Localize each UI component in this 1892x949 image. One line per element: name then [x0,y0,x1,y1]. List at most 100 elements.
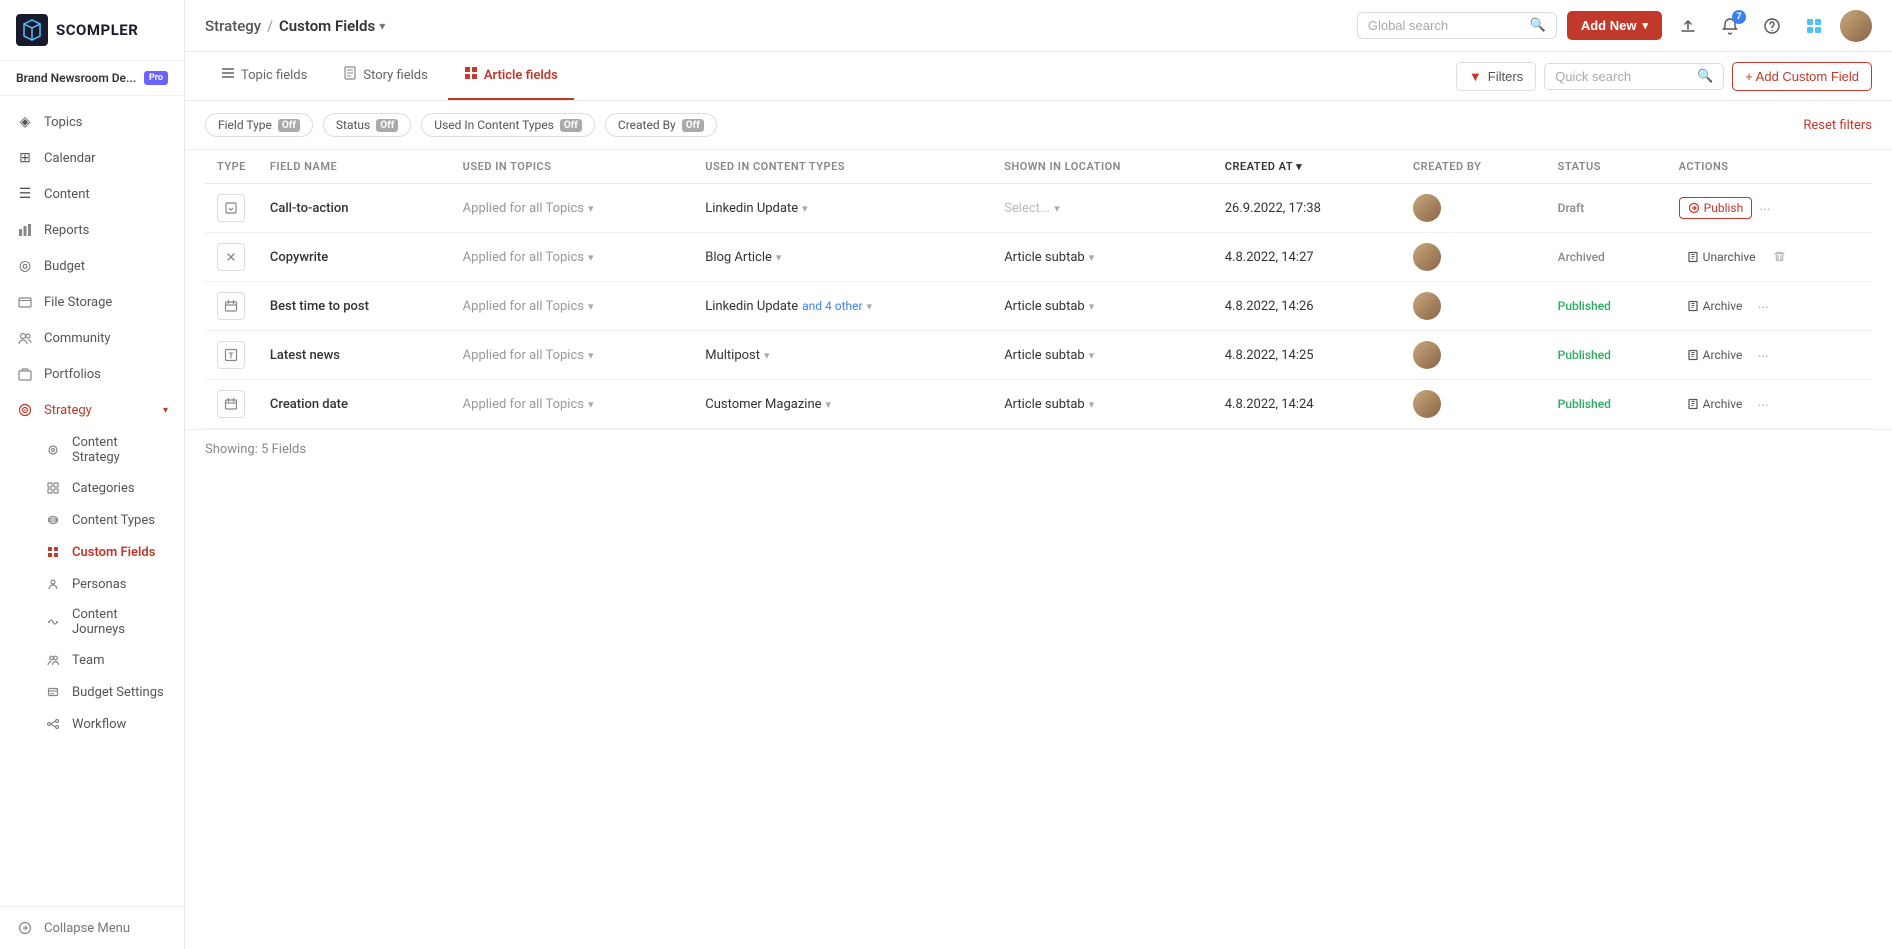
collapse-menu-button[interactable]: Collapse Menu [0,906,184,949]
notification-button[interactable]: 7 [1714,10,1746,42]
filter-chip-field-type[interactable]: Field Type Off [205,113,313,137]
delete-button[interactable] [1773,252,1786,267]
sidebar-item-content-types[interactable]: Content Types [44,504,184,536]
help-button[interactable] [1756,10,1788,42]
filter-chip-status[interactable]: Status Off [323,113,411,137]
sidebar-item-content-journeys[interactable]: Content Journeys [44,600,184,644]
cell-created-at: 26.9.2022, 17:38 [1213,184,1401,233]
sidebar-item-portfolios[interactable]: Portfolios [0,356,184,392]
global-search-input[interactable] [1368,18,1530,33]
calendar-icon: ⊞ [16,149,34,167]
filter-chip-used-in-content-types[interactable]: Used In Content Types Off [421,113,595,137]
sidebar-item-custom-fields[interactable]: Custom Fields [44,536,184,568]
used-in-topics-arrow[interactable]: ▾ [588,300,594,313]
sidebar-nav: ◈ Topics ⊞ Calendar ☰ Content Reports ◎ … [0,96,184,906]
shown-location-value: Article subtab [1004,348,1085,363]
add-new-button[interactable]: Add New ▾ [1567,11,1662,40]
breadcrumb: Strategy / Custom Fields ▾ [205,17,385,35]
shown-in-location-dropdown: Article subtab ▾ [1004,348,1201,363]
sidebar-item-personas[interactable]: Personas [44,568,184,600]
used-in-content-types-dropdown: Blog Article ▾ [705,250,980,265]
primary-action-button[interactable]: Archive [1679,394,1751,414]
used-in-content-types-dropdown: Multipost ▾ [705,348,980,363]
add-new-chevron-icon: ▾ [1642,19,1648,32]
other-badge[interactable]: and 4 other [802,299,862,313]
breadcrumb-dropdown-icon[interactable]: ▾ [379,19,385,33]
used-in-content-types-arrow[interactable]: ▾ [867,300,873,313]
used-in-content-types-arrow[interactable]: ▾ [826,398,832,411]
more-actions-button[interactable]: ··· [1754,347,1773,367]
sidebar-item-label: File Storage [44,295,168,310]
reset-filters-link[interactable]: Reset filters [1803,118,1872,133]
custom-fields-table: TYPE FIELD NAME USED IN TOPICS USED IN C… [205,150,1872,429]
sidebar-item-content[interactable]: ☰ Content [0,176,184,212]
filter-chip-created-by-toggle: Off [682,119,704,132]
shown-location-arrow[interactable]: ▾ [1089,251,1095,264]
apps-button[interactable] [1798,10,1830,42]
used-in-topics-arrow[interactable]: ▾ [588,398,594,411]
community-icon [16,329,34,347]
shown-location-arrow[interactable]: ▾ [1054,202,1060,215]
add-custom-field-button[interactable]: + Add Custom Field [1732,62,1872,91]
collapse-icon [16,919,34,937]
tab-story-fields[interactable]: Story fields [327,52,443,100]
sidebar-item-team[interactable]: Team [44,644,184,676]
shown-in-location-dropdown: Article subtab ▾ [1004,250,1201,265]
sidebar-item-topics[interactable]: ◈ Topics [0,104,184,140]
cell-shown-in-location: Article subtab ▾ [992,380,1213,429]
shown-location-arrow[interactable]: ▾ [1089,300,1095,313]
tab-story-fields-label: Story fields [363,68,427,83]
primary-action-button[interactable]: Archive [1679,296,1751,316]
sidebar-item-reports[interactable]: Reports [0,212,184,248]
cell-created-at: 4.8.2022, 14:26 [1213,282,1401,331]
more-actions-button[interactable]: ··· [1755,200,1774,220]
sidebar-item-workflow[interactable]: Workflow [44,708,184,740]
more-actions-button[interactable]: ··· [1754,298,1773,318]
used-in-content-types-arrow[interactable]: ▾ [802,202,808,215]
tab-article-fields[interactable]: Article fields [448,52,574,100]
sidebar-item-label: Content Strategy [72,435,168,465]
cell-actions: Unarchive [1667,233,1872,282]
upload-button[interactable] [1672,10,1704,42]
table-row: T Latest news Applied for all Topics ▾ M… [205,331,1872,380]
shown-location-arrow[interactable]: ▾ [1089,398,1095,411]
used-in-topics-dropdown: Applied for all Topics ▾ [463,348,682,363]
sidebar-item-file-storage[interactable]: File Storage [0,284,184,320]
sidebar-item-categories[interactable]: Categories [44,472,184,504]
shown-location-arrow[interactable]: ▾ [1089,349,1095,362]
primary-action-button[interactable]: Unarchive [1679,247,1764,267]
used-in-topics-arrow[interactable]: ▾ [588,251,594,264]
sidebar-item-budget[interactable]: ◎ Budget [0,248,184,284]
used-in-content-types-dropdown: Customer Magazine ▾ [705,397,980,412]
cell-created-by [1401,380,1546,429]
filter-chip-created-by[interactable]: Created By Off [605,113,717,137]
more-actions-button[interactable]: ··· [1754,396,1773,416]
sidebar-item-calendar[interactable]: ⊞ Calendar [0,140,184,176]
used-in-topics-value: Applied for all Topics [463,299,584,314]
sidebar-item-community[interactable]: Community [0,320,184,356]
cell-status: Published [1546,380,1667,429]
sidebar-item-strategy[interactable]: Strategy ▾ [0,392,184,428]
used-in-content-types-arrow[interactable]: ▾ [764,349,770,362]
shown-in-location-dropdown: Article subtab ▾ [1004,397,1201,412]
used-in-topics-arrow[interactable]: ▾ [588,202,594,215]
content-types-icon [44,511,62,529]
used-in-topics-arrow[interactable]: ▾ [588,349,594,362]
filters-button[interactable]: ▼ Filters [1456,62,1536,91]
user-avatar[interactable] [1840,10,1872,42]
primary-action-button[interactable]: Publish [1679,197,1753,219]
table-body: Call-to-action Applied for all Topics ▾ … [205,184,1872,429]
sidebar-item-budget-settings[interactable]: Budget Settings [44,676,184,708]
tab-topic-fields[interactable]: Topic fields [205,52,323,100]
used-in-content-types-arrow[interactable]: ▾ [776,251,782,264]
col-created-at[interactable]: CREATED AT ▾ [1213,150,1401,184]
sidebar-item-content-strategy[interactable]: Content Strategy [44,428,184,472]
global-search-icon[interactable]: 🔍 [1530,18,1546,33]
categories-icon [44,479,62,497]
pro-badge: Pro [144,71,168,85]
topics-icon: ◈ [16,113,34,131]
quick-search-input[interactable] [1555,69,1697,84]
primary-action-button[interactable]: Archive [1679,345,1751,365]
created-by-avatar [1413,341,1441,369]
sidebar: SCOMPLER Brand Newsroom De... Pro ◈ Topi… [0,0,185,949]
